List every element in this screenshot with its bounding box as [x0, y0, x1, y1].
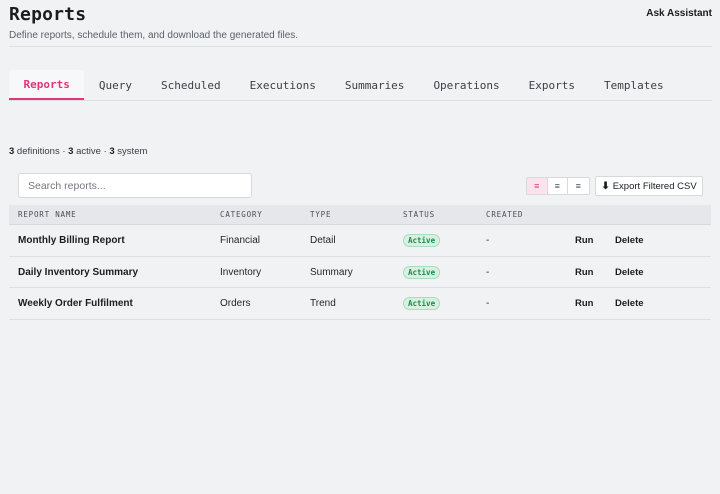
density-comfortable-icon[interactable]: ≡	[568, 178, 589, 194]
report-category: Financial	[220, 235, 261, 246]
report-created: -	[486, 266, 490, 278]
report-created: -	[486, 298, 490, 309]
system-label: system	[114, 146, 148, 157]
run-button[interactable]: Run	[575, 225, 593, 256]
tab-bar: Reports Query Scheduled Executions Summa…	[9, 70, 712, 101]
page-header: Reports Define reports, schedule them, a…	[9, 4, 711, 41]
column-header-type[interactable]: TYPE	[310, 210, 331, 219]
status-cell: Active	[403, 288, 441, 319]
active-label: active ·	[73, 146, 110, 157]
reports-table: REPORT NAME CATEGORY TYPE STATUS CREATED…	[9, 205, 711, 320]
tab-templates[interactable]: Templates	[590, 70, 679, 100]
definitions-label: definitions ·	[14, 146, 69, 157]
status-badge: Active	[403, 234, 441, 247]
tab-executions[interactable]: Executions	[235, 70, 330, 100]
header-divider	[9, 46, 712, 47]
run-button[interactable]: Run	[575, 288, 593, 319]
search-input[interactable]	[18, 173, 252, 198]
report-type: Trend	[310, 298, 336, 309]
delete-button[interactable]: Delete	[615, 288, 644, 319]
report-type: Summary	[310, 266, 353, 278]
density-toggle: ≡ ≡ ≡	[526, 177, 590, 195]
tab-reports[interactable]: Reports	[9, 70, 85, 100]
tab-query[interactable]: Query	[84, 70, 146, 100]
download-icon: ⬇	[601, 180, 610, 192]
status-cell: Active	[403, 257, 441, 288]
table-row[interactable]: Daily Inventory Summary Inventory Summar…	[9, 257, 711, 288]
report-name: Daily Inventory Summary	[18, 266, 139, 278]
status-cell: Active	[403, 225, 441, 256]
table-row[interactable]: Weekly Order Fulfilment Orders Trend Act…	[9, 288, 711, 320]
table-row[interactable]: Monthly Billing Report Financial Detail …	[9, 225, 711, 257]
column-header-created[interactable]: CREATED	[486, 210, 523, 219]
report-category: Inventory	[220, 266, 262, 278]
report-category: Orders	[220, 298, 251, 309]
density-normal-icon[interactable]: ≡	[548, 178, 568, 194]
tab-exports[interactable]: Exports	[514, 70, 589, 100]
page-title: Reports	[9, 4, 87, 25]
tab-scheduled[interactable]: Scheduled	[146, 70, 235, 100]
status-badge: Active	[403, 297, 441, 310]
report-type: Detail	[310, 235, 336, 246]
column-header-report-name[interactable]: REPORT NAME	[18, 210, 76, 219]
report-counts: 3 definitions · 3 active · 3 system	[9, 146, 147, 157]
export-csv-button[interactable]: ⬇ Export Filtered CSV	[595, 176, 703, 196]
report-name: Monthly Billing Report	[18, 235, 125, 246]
export-csv-label: Export Filtered CSV	[612, 180, 697, 192]
tab-operations[interactable]: Operations	[419, 70, 514, 100]
column-header-category[interactable]: CATEGORY	[220, 210, 263, 219]
table-header: REPORT NAME CATEGORY TYPE STATUS CREATED	[9, 205, 711, 225]
tab-summaries[interactable]: Summaries	[330, 70, 419, 100]
run-button[interactable]: Run	[575, 257, 593, 288]
report-name: Weekly Order Fulfilment	[18, 298, 133, 309]
report-created: -	[486, 235, 490, 246]
column-header-status[interactable]: STATUS	[403, 210, 435, 219]
delete-button[interactable]: Delete	[615, 225, 644, 256]
status-badge: Active	[403, 265, 441, 279]
ask-assistant-button[interactable]: Ask Assistant	[646, 8, 712, 19]
delete-button[interactable]: Delete	[615, 257, 644, 288]
density-compact-icon[interactable]: ≡	[527, 178, 548, 194]
page-subtitle: Define reports, schedule them, and downl…	[9, 30, 299, 41]
